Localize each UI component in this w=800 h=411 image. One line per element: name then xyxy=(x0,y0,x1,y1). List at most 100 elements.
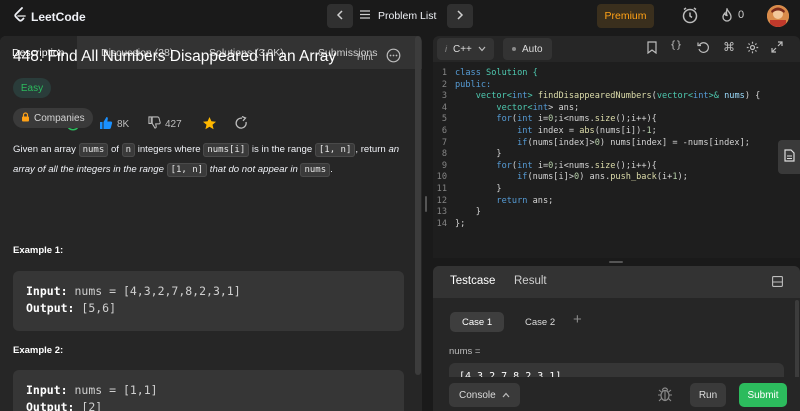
logo[interactable]: LeetCode xyxy=(13,7,86,26)
code-line: 1 class Solution { xyxy=(441,68,538,78)
lock-icon xyxy=(21,111,30,125)
dot-icon xyxy=(512,47,516,51)
description-panel: Description Discussion (28) Solutions (3… xyxy=(0,36,422,411)
example-2-output: Output: [2] xyxy=(26,399,391,411)
desc-code: [1, n] xyxy=(166,163,208,177)
submit-button[interactable]: Submit xyxy=(739,383,787,407)
input-label: Input: xyxy=(26,284,68,298)
testcase-tabs: Testcase Result xyxy=(433,266,800,298)
expand-icon[interactable] xyxy=(771,41,783,56)
companies-tag[interactable]: Companies xyxy=(13,108,93,128)
code-line: 9 for(int i=0;i<nums.size();i++){ xyxy=(441,160,657,171)
nums-label: nums = xyxy=(449,346,481,357)
premium-button[interactable]: Premium xyxy=(597,4,654,28)
code-line: 7 if(nums[index]>0) nums[index] = -nums[… xyxy=(441,137,750,148)
auto-mode-button[interactable]: Auto xyxy=(503,38,552,60)
example-1-box: Input: nums = [4,3,2,7,8,2,3,1] Output: … xyxy=(13,271,404,331)
tab-testcase[interactable]: Testcase xyxy=(450,275,495,287)
problem-description: Given an array nums of n integers where … xyxy=(13,140,403,180)
desc-text: is in the range xyxy=(249,144,315,155)
chevron-left-icon xyxy=(336,9,344,23)
problem-list-button[interactable]: Problem List xyxy=(360,4,436,28)
language-select[interactable]: i C++ xyxy=(437,38,494,60)
hint-button[interactable]: Hint xyxy=(357,52,373,62)
code-line: 10 if(nums[i]>0) ans.push_back(i+1); xyxy=(436,172,688,183)
description-scrollbar[interactable] xyxy=(415,36,421,375)
code-line: 12 return ans; xyxy=(436,195,554,206)
vertical-resize-handle[interactable] xyxy=(422,36,430,411)
code-line: 5 for(int i=0;i<nums.size();i++){ xyxy=(441,114,657,125)
difficulty-badge: Easy xyxy=(13,78,51,98)
run-button[interactable]: Run xyxy=(690,383,726,407)
star-icon[interactable] xyxy=(202,116,217,131)
console-button[interactable]: Console xyxy=(449,383,520,407)
desc-code: nums[i] xyxy=(203,143,250,157)
horizontal-resize-handle[interactable] xyxy=(433,258,800,266)
tab-result[interactable]: Result xyxy=(514,275,547,287)
code-editor-panel: i C++ Auto {} ⌘ 1 class Solution { 2 publi… xyxy=(433,36,800,258)
problem-meta-row: Easy xyxy=(13,78,51,98)
case-1-button[interactable]: Case 1 xyxy=(450,312,505,332)
streak-count: 0 xyxy=(738,9,745,21)
desc-code: nums xyxy=(300,163,331,177)
desc-text: . xyxy=(330,164,333,175)
timer-icon[interactable] xyxy=(681,6,699,27)
like-button[interactable]: 8K xyxy=(99,116,129,133)
top-bar: LeetCode Problem List Premium 0 xyxy=(0,0,800,32)
code-line: 6 int index = abs(nums[i])-1; xyxy=(441,125,657,136)
dislike-count: 427 xyxy=(165,118,182,130)
desc-italic: that do not appear in xyxy=(207,164,301,175)
output-value: [2] xyxy=(81,400,103,411)
bookmark-icon[interactable] xyxy=(647,41,657,57)
info-icon: i xyxy=(445,44,447,54)
gear-icon[interactable] xyxy=(746,41,759,57)
problem-list-label: Problem List xyxy=(378,10,437,22)
testcase-scrollbar[interactable] xyxy=(795,300,799,380)
prev-problem-button[interactable] xyxy=(327,4,353,28)
share-icon[interactable] xyxy=(234,116,248,130)
code-area[interactable]: 1 class Solution { 2 public: 3 vector<int>… xyxy=(433,68,800,230)
bug-icon[interactable] xyxy=(657,386,673,405)
thumbs-down-icon xyxy=(148,116,161,132)
desc-code: [1, n] xyxy=(314,143,356,157)
list-icon xyxy=(360,10,370,22)
language-label: C++ xyxy=(453,43,472,55)
more-options-icon[interactable] xyxy=(386,48,401,66)
chevron-down-icon xyxy=(478,44,486,55)
code-line: 8 } xyxy=(441,149,502,160)
chevron-right-icon xyxy=(456,9,464,23)
notes-tab[interactable] xyxy=(778,140,800,174)
example-1-output: Output: [5,6] xyxy=(26,300,391,317)
layout-icon[interactable] xyxy=(772,276,783,290)
example-2-box: Input: nums = [1,1] Output: [2] xyxy=(13,370,404,411)
desc-text: integers where xyxy=(135,144,204,155)
code-line: 3 vector<int> findDisappearedNumbers(vec… xyxy=(441,91,761,102)
thumbs-up-icon xyxy=(99,116,113,133)
example-2-input: Input: nums = [1,1] xyxy=(26,382,391,399)
file-icon xyxy=(783,149,795,165)
output-label: Output: xyxy=(26,301,75,315)
dislike-button[interactable]: 427 xyxy=(148,116,182,132)
format-braces-icon[interactable]: {} xyxy=(670,40,682,51)
example-1-input: Input: nums = [4,3,2,7,8,2,3,1] xyxy=(26,283,391,300)
input-value: nums = [4,3,2,7,8,2,3,1] xyxy=(74,284,241,298)
example-2-heading: Example 2: xyxy=(13,345,64,356)
add-case-button[interactable]: + xyxy=(573,311,582,328)
reset-icon[interactable] xyxy=(697,41,710,57)
code-line: 2 public: xyxy=(441,79,492,90)
desc-code: n xyxy=(121,143,136,157)
avatar[interactable] xyxy=(767,5,789,27)
companies-label: Companies xyxy=(34,112,85,124)
logo-text: LeetCode xyxy=(31,9,86,24)
like-count: 8K xyxy=(117,119,130,130)
page-title: 448. Find All Numbers Disappeared in an … xyxy=(13,48,337,65)
editor-toolbar: i C++ Auto {} ⌘ xyxy=(433,36,800,62)
output-value: [5,6] xyxy=(81,301,117,315)
leetcode-logo-icon xyxy=(13,7,27,26)
case-2-button[interactable]: Case 2 xyxy=(513,312,567,332)
vertical-grip xyxy=(425,196,427,212)
fire-icon[interactable] xyxy=(721,6,733,26)
next-problem-button[interactable] xyxy=(447,4,473,28)
command-icon[interactable]: ⌘ xyxy=(723,40,735,54)
desc-text: of xyxy=(108,144,122,155)
